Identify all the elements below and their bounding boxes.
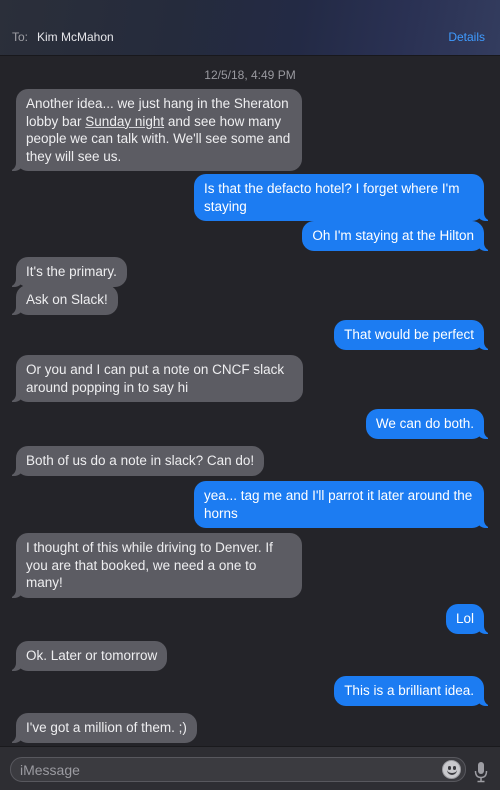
message-composer: iMessage — [0, 746, 500, 790]
incoming-message[interactable]: Another idea... we just hang in the Sher… — [6, 89, 302, 171]
message-thread[interactable]: 12/5/18, 4:49 PM Another idea... we just… — [0, 56, 500, 746]
incoming-message[interactable]: Or you and I can put a note on CNCF slac… — [6, 355, 303, 402]
details-button[interactable]: Details — [448, 30, 485, 44]
message-input[interactable]: iMessage — [10, 757, 466, 782]
recipient-name[interactable]: Kim McMahon — [37, 30, 114, 44]
incoming-message[interactable]: Ok. Later or tomorrow — [5, 641, 168, 671]
incoming-message[interactable]: I thought of this while driving to Denve… — [6, 533, 302, 598]
outgoing-message[interactable]: Is that the defacto hotel? I forget wher… — [194, 174, 494, 221]
microphone-icon[interactable] — [474, 762, 488, 784]
outgoing-message[interactable]: yea... tag me and I'll parrot it later a… — [194, 481, 494, 528]
incoming-message[interactable]: It's the primary. — [6, 257, 127, 287]
message-input-placeholder: iMessage — [20, 762, 80, 778]
emoji-icon[interactable] — [442, 760, 461, 779]
message-timestamp: 12/5/18, 4:49 PM — [204, 68, 296, 82]
outgoing-message[interactable]: This is a brilliant idea. — [334, 676, 494, 706]
incoming-message[interactable]: Ask on Slack! — [6, 285, 118, 315]
incoming-message[interactable]: Both of us do a note in slack? Can do! — [5, 446, 265, 476]
outgoing-message[interactable]: We can do both. — [365, 409, 495, 439]
outgoing-message[interactable]: Lol — [445, 604, 495, 634]
to-label: To: — [12, 30, 29, 44]
outgoing-message[interactable]: Oh I'm staying at the Hilton — [302, 221, 494, 251]
incoming-message[interactable]: I've got a million of them. ;) — [6, 713, 197, 743]
date-link[interactable]: Sunday night — [85, 114, 164, 129]
outgoing-message[interactable]: That would be perfect — [334, 320, 494, 350]
conversation-header: To: Kim McMahon Details — [0, 0, 500, 56]
